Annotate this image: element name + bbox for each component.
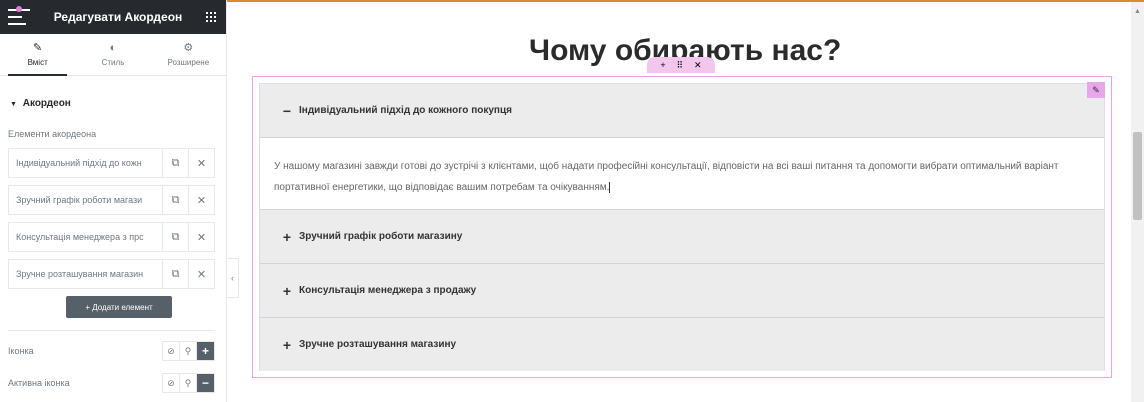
accordion-item: + Зручний графік роботи магазину (260, 210, 1104, 264)
caret-down-icon: ▼ (10, 101, 17, 108)
accordion-title-text: Зручний графік роботи магазину (299, 231, 463, 242)
tab-label: Стиль (101, 57, 125, 67)
scrollbar-thumb[interactable] (1133, 132, 1142, 220)
selected-icon-minus[interactable]: − (197, 374, 214, 392)
none-icon[interactable]: ⊘ (163, 374, 180, 392)
accordion-title-text: Зручне розташування магазину (299, 339, 457, 350)
scrollbar[interactable]: ▲ (1131, 2, 1144, 402)
tab-advanced[interactable]: ⚙ Розширене (151, 34, 226, 75)
accordion: − Індивідуальний підхід до кожного покуп… (260, 84, 1104, 371)
notification-dot (16, 6, 22, 12)
panel-header: Редагувати Акордеон (0, 0, 226, 34)
accordion-item: + Зручне розташування магазину (260, 318, 1104, 371)
upload-icon[interactable]: ⚲ (180, 374, 197, 392)
divider (8, 330, 215, 331)
drag-handle-icon[interactable]: ⠿ (677, 60, 684, 71)
collapse-minus-icon: − (282, 102, 292, 119)
repeater-item: Зручний графік роботи магази ⧉ ✕ (8, 185, 215, 215)
accordion-content[interactable]: У нашому магазині завжди готові до зустр… (260, 137, 1104, 209)
section-handle: + ⠿ ✕ (647, 57, 715, 73)
accordion-title[interactable]: − Індивідуальний підхід до кожного покуп… (260, 84, 1104, 137)
repeater-item: Індивідуальний підхід до кожн ⧉ ✕ (8, 148, 215, 178)
tab-label: Розширене (167, 57, 210, 67)
remove-icon[interactable]: ✕ (188, 186, 214, 214)
text-cursor (609, 181, 611, 193)
control-label: Іконка (8, 346, 34, 356)
control-label: Активна іконка (8, 378, 70, 388)
expand-plus-icon: + (282, 336, 292, 353)
repeater-item-label[interactable]: Консультація менеджера з прс (9, 232, 162, 242)
panel-tabs: ✎ Вміст ◐ Стиль ⚙ Розширене (0, 34, 226, 76)
accordion-title-text: Консультація менеджера з продажу (299, 285, 477, 296)
section-title: Акордеон (22, 98, 71, 109)
active-icon-control: Активна іконка ⊘ ⚲ − (8, 373, 215, 393)
repeater-item: Зручне розташування магазин ⧉ ✕ (8, 259, 215, 289)
repeater-item-label[interactable]: Зручне розташування магазин (9, 269, 162, 279)
none-icon[interactable]: ⊘ (163, 342, 180, 360)
pencil-icon: ✎ (33, 41, 43, 54)
remove-icon[interactable]: ✕ (188, 223, 214, 251)
upload-icon[interactable]: ⚲ (180, 342, 197, 360)
accordion-title-text: Індивідуальний підхід до кожного покупця (299, 105, 512, 116)
duplicate-icon[interactable]: ⧉ (162, 186, 188, 214)
scroll-up-icon[interactable]: ▲ (1134, 8, 1141, 15)
tab-label: Вміст (27, 57, 48, 67)
icon-choices: ⊘ ⚲ + (162, 341, 215, 361)
duplicate-icon[interactable]: ⧉ (162, 260, 188, 288)
repeater-item-label[interactable]: Індивідуальний підхід до кожн (9, 158, 162, 168)
add-section-icon[interactable]: + (660, 60, 665, 70)
widgets-grid-icon[interactable] (205, 12, 216, 22)
expand-plus-icon: + (282, 228, 292, 245)
icon-control: Іконка ⊘ ⚲ + (8, 341, 215, 361)
preview-canvas: Чому обирають нас? + ⠿ ✕ − Індивідуальни… (249, 2, 1119, 402)
accordion-title[interactable]: + Консультація менеджера з продажу (260, 264, 1104, 317)
expand-plus-icon: + (282, 282, 292, 299)
accordion-content-text: У нашому магазині завжди готові до зустр… (274, 161, 1059, 193)
accordion-item: + Консультація менеджера з продажу (260, 264, 1104, 318)
add-item-button[interactable]: + Додати елемент (66, 296, 172, 318)
remove-icon[interactable]: ✕ (188, 149, 214, 177)
active-icon-choices: ⊘ ⚲ − (162, 373, 215, 393)
accordion-title[interactable]: + Зручний графік роботи магазину (260, 210, 1104, 263)
duplicate-icon[interactable]: ⧉ (162, 149, 188, 177)
repeater-item: Консультація менеджера з прс ⧉ ✕ (8, 222, 215, 252)
gear-icon: ⚙ (183, 41, 194, 54)
remove-icon[interactable]: ✕ (188, 260, 214, 288)
accordion-title[interactable]: + Зручне розташування магазину (260, 318, 1104, 371)
repeater-item-label[interactable]: Зручний графік роботи магази (9, 195, 162, 205)
selected-icon-plus[interactable]: + (197, 342, 214, 360)
section-toggle[interactable]: ▼ Акордеон (10, 98, 226, 109)
delete-section-icon[interactable]: ✕ (694, 60, 702, 71)
tab-content[interactable]: ✎ Вміст (0, 34, 75, 76)
panel-title: Редагувати Акордеон (53, 10, 183, 24)
tab-style[interactable]: ◐ Стиль (75, 34, 150, 75)
accordion-item: − Індивідуальний підхід до кожного покуп… (260, 84, 1104, 210)
edit-widget-pencil-icon[interactable]: ✎ (1087, 82, 1105, 98)
duplicate-icon[interactable]: ⧉ (162, 223, 188, 251)
repeater-items: Індивідуальний підхід до кожн ⧉ ✕ Зручни… (8, 148, 215, 289)
contrast-icon: ◐ (109, 41, 117, 54)
editor-panel: Редагувати Акордеон ✎ Вміст ◐ Стиль ⚙ Ро… (0, 0, 227, 402)
collapse-panel-chevron-icon[interactable]: ‹ (227, 258, 239, 298)
repeater-label: Елементи акордеона (8, 129, 97, 139)
